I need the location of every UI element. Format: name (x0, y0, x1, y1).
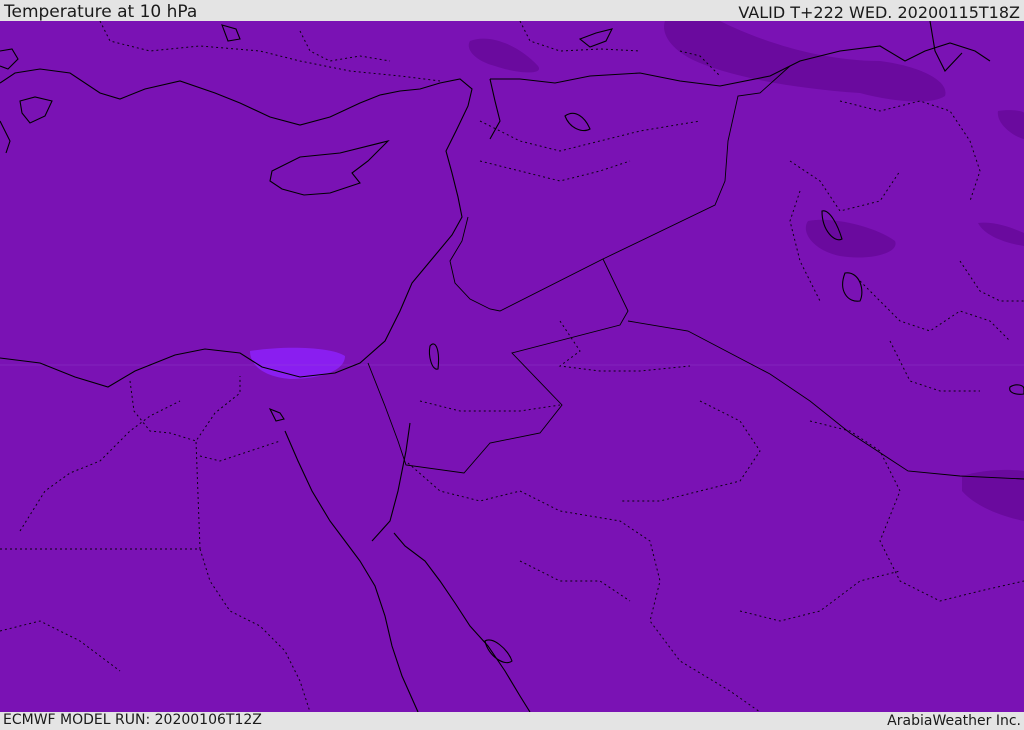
map-canvas (0, 21, 1024, 712)
map-title: Temperature at 10 hPa (4, 2, 198, 22)
model-run-label: ECMWF MODEL RUN: 20200106T12Z (3, 712, 262, 728)
valid-time: VALID T+222 WED. 20200115T18Z (738, 3, 1020, 22)
brand-label: ArabiaWeather Inc. (887, 713, 1021, 729)
temperature-map[interactable] (0, 21, 1024, 712)
footer-bar: ECMWF MODEL RUN: 20200106T12Z ArabiaWeat… (0, 712, 1024, 729)
header-bar: Temperature at 10 hPa VALID T+222 WED. 2… (0, 0, 1024, 22)
temperature-field (0, 21, 1024, 712)
